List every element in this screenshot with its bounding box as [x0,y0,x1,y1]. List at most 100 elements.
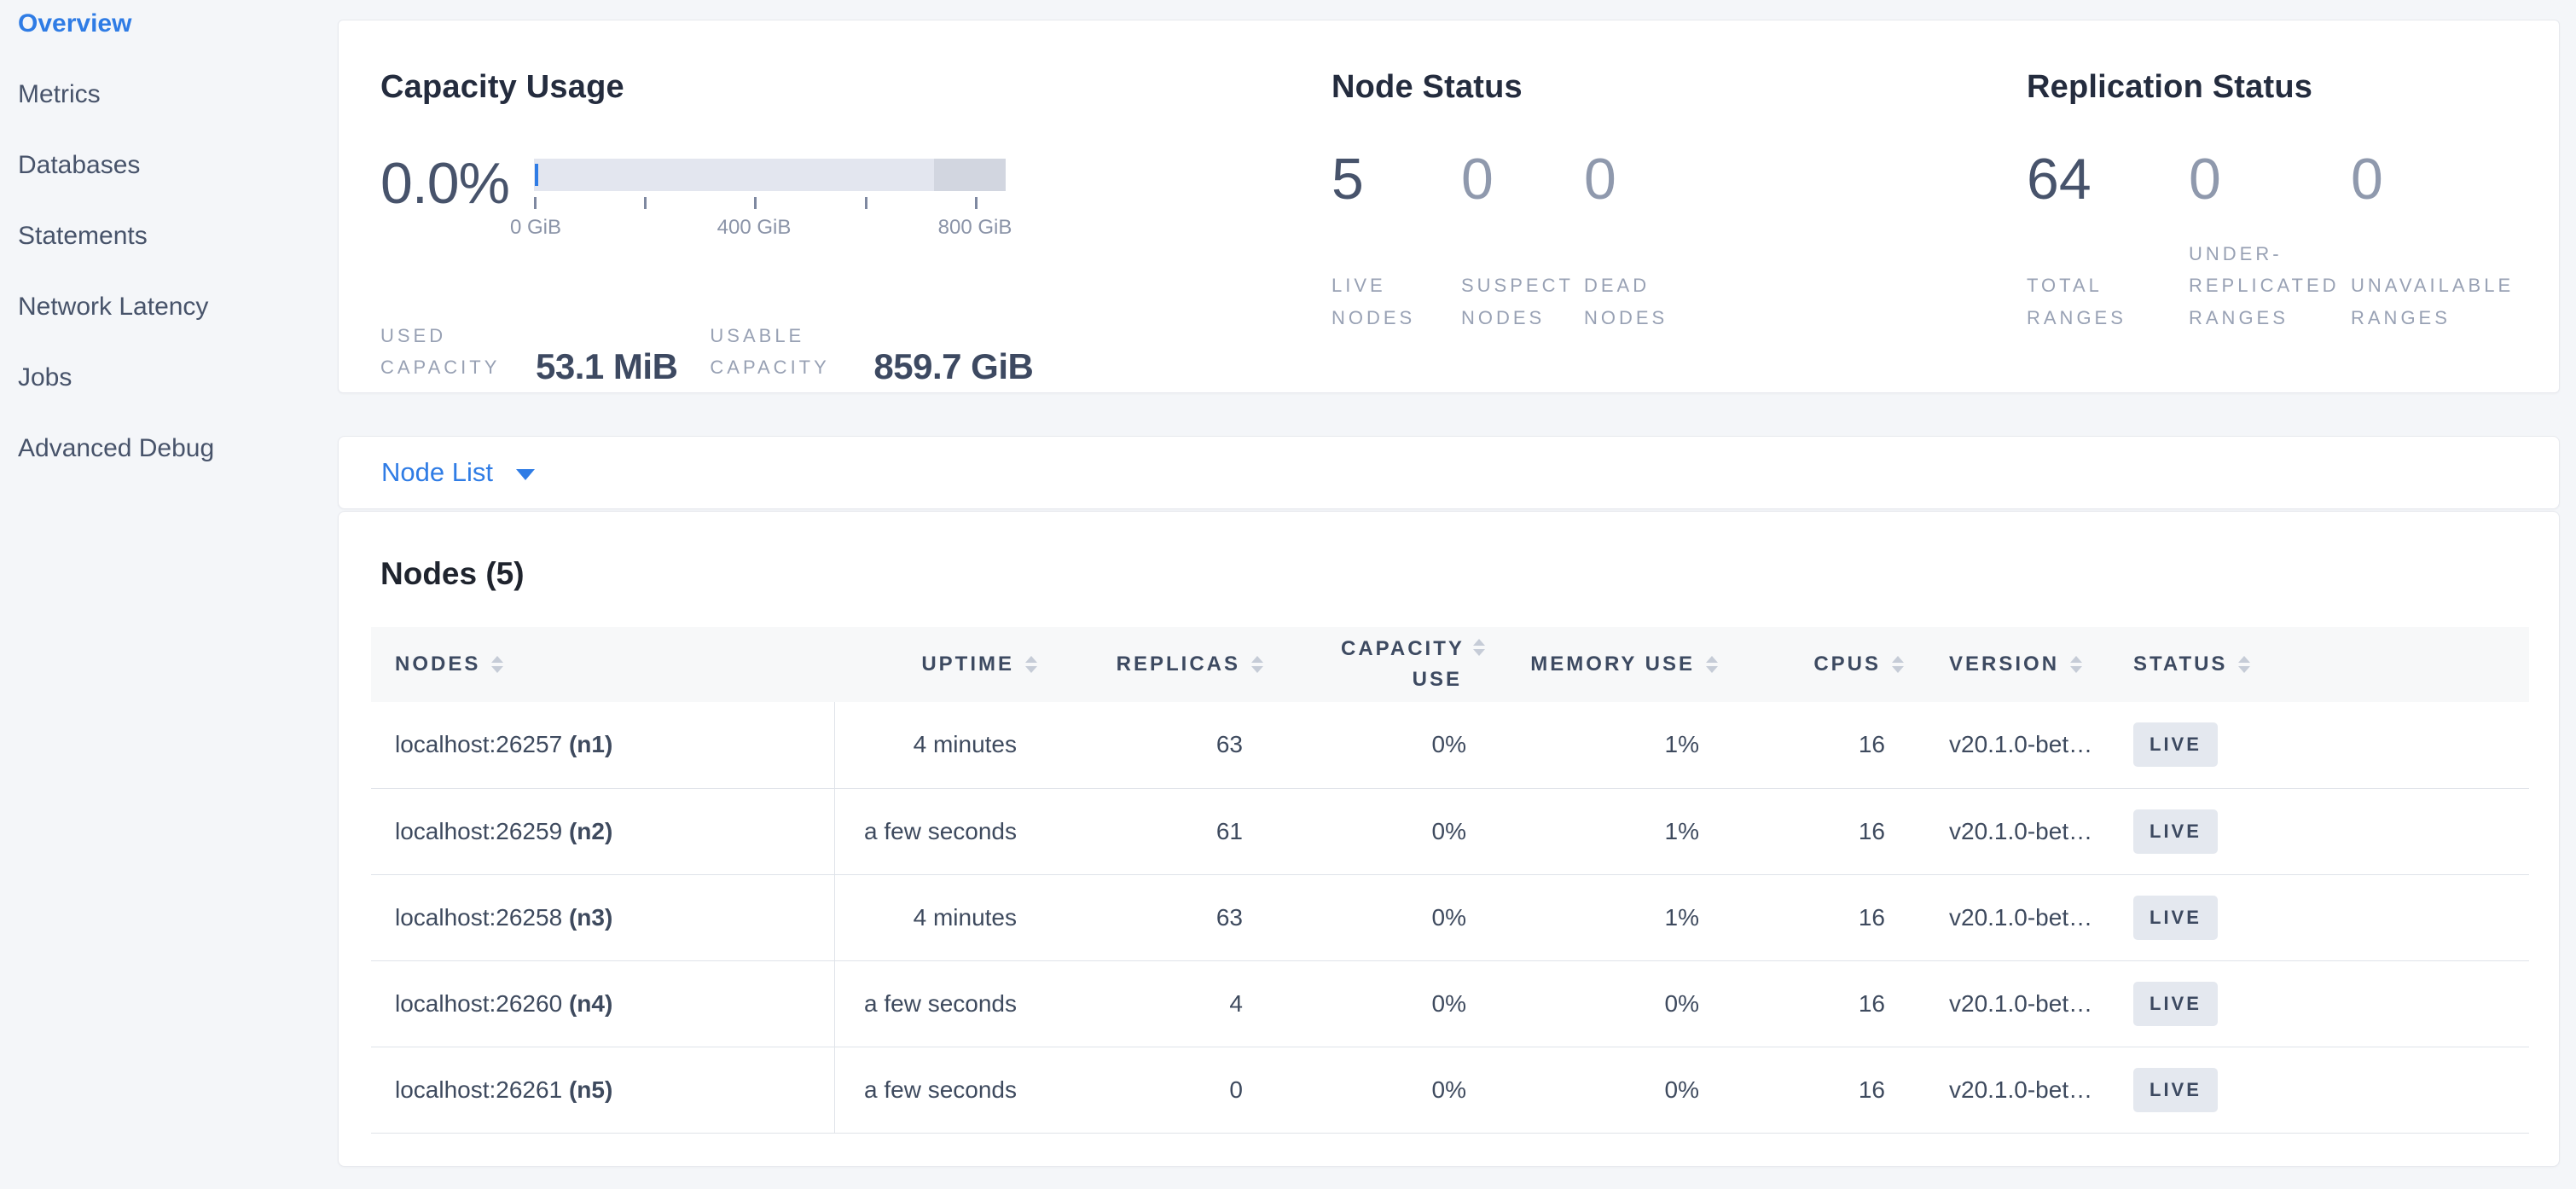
version-cell: v20.1.0-bet… [1908,874,2100,960]
column-header-capacity-use[interactable]: CAPACITY USE [1273,627,1490,702]
used-capacity-value: 53.1 MiB [536,350,677,384]
replicas-cell: 63 [1051,874,1273,960]
sort-icon [2238,656,2250,673]
capacity-use-cell: 0% [1273,702,1490,788]
capacity-use-cell: 0% [1273,788,1490,874]
table-row: localhost:26259 (n2) a few seconds 61 0%… [371,788,2529,874]
uptime-cell: a few seconds [834,1047,1051,1133]
dead-nodes-stat: 0 DEAD NODES [1584,150,1707,334]
total-ranges-stat: 64 TOTAL RANGES [2027,150,2189,334]
node-address-link[interactable]: localhost:26261 (n5) [395,1076,612,1103]
sidebar-item-metrics[interactable]: Metrics [0,59,338,130]
sidebar-item-advanced-debug[interactable]: Advanced Debug [0,413,338,484]
node-address-link[interactable]: localhost:26257 (n1) [395,731,612,757]
used-capacity-label: USED CAPACITY [380,320,515,384]
column-header-memory-use[interactable]: MEMORY USE [1490,627,1725,702]
version-cell: v20.1.0-bet… [1908,960,2100,1047]
sidebar-item-databases[interactable]: Databases [0,130,338,200]
capacity-gauge-bar [534,159,1006,191]
replication-status-title: Replication Status [2027,69,2559,106]
under-replicated-ranges-value: 0 [2189,150,2351,208]
memory-use-cell: 0% [1490,1047,1725,1133]
capacity-gauge-used-marker [535,164,538,186]
replication-status-section: Replication Status 64 TOTAL RANGES 0 UND… [2027,69,2559,392]
status-badge: LIVE [2133,722,2218,767]
node-status-title: Node Status [1332,69,2027,106]
uptime-cell: a few seconds [834,788,1051,874]
version-cell: v20.1.0-bet… [1908,1047,2100,1133]
column-header-cpus[interactable]: CPUS [1725,627,1908,702]
suspect-nodes-stat: 0 SUSPECT NODES [1461,150,1584,334]
node-address-link[interactable]: localhost:26258 (n3) [395,904,612,931]
status-badge: LIVE [2133,1068,2218,1112]
sort-icon [1251,656,1263,673]
node-list-dropdown[interactable]: Node List [381,457,535,488]
live-nodes-value: 5 [1332,150,1461,208]
under-replicated-ranges-label: UNDER-REPLICATED RANGES [2189,238,2370,334]
dead-nodes-value: 0 [1584,150,1707,208]
sort-icon [1892,656,1904,673]
column-header-status[interactable]: STATUS [2100,627,2529,702]
total-ranges-value: 64 [2027,150,2189,208]
table-row: localhost:26261 (n5) a few seconds 0 0% … [371,1047,2529,1133]
node-list-dropdown-label: Node List [381,457,493,488]
cluster-summary-card: Capacity Usage 0.0% 0 GiB 400 GiB 800 Gi… [338,20,2560,393]
capacity-use-cell: 0% [1273,874,1490,960]
capacity-used-percent: 0.0% [380,154,504,212]
capacity-gauge-extra-segment [934,159,1006,191]
status-badge: LIVE [2133,809,2218,854]
usable-capacity-value: 859.7 GiB [873,350,1033,384]
live-nodes-label: LIVE NODES [1332,270,1459,334]
memory-use-cell: 1% [1490,702,1725,788]
sidebar-item-statements[interactable]: Statements [0,200,338,271]
axis-label-800gib: 800 GiB [938,216,1012,240]
sidebar-item-overview[interactable]: Overview [0,0,338,59]
suspect-nodes-label: SUSPECT NODES [1461,270,1589,334]
capacity-gauge-axis-labels: 0 GiB 400 GiB 800 GiB [534,216,1006,243]
unavailable-ranges-stat: 0 UNAVAILABLE RANGES [2351,150,2513,334]
cpus-cell: 16 [1725,960,1908,1047]
table-row: localhost:26258 (n3) 4 minutes 63 0% 1% … [371,874,2529,960]
unavailable-ranges-label: UNAVAILABLE RANGES [2351,270,2532,334]
uptime-cell: 4 minutes [834,874,1051,960]
capacity-usage-section: Capacity Usage 0.0% 0 GiB 400 GiB 800 Gi… [380,69,1332,392]
cpus-cell: 16 [1725,874,1908,960]
version-cell: v20.1.0-bet… [1908,702,2100,788]
node-address-link[interactable]: localhost:26259 (n2) [395,818,612,844]
table-row: localhost:26260 (n4) a few seconds 4 0% … [371,960,2529,1047]
column-header-uptime[interactable]: UPTIME [834,627,1051,702]
replicas-cell: 4 [1051,960,1273,1047]
under-replicated-ranges-stat: 0 UNDER-REPLICATED RANGES [2189,150,2351,334]
replicas-cell: 0 [1051,1047,1273,1133]
used-capacity-stat: USED CAPACITY 53.1 MiB [380,320,677,384]
uptime-cell: 4 minutes [834,702,1051,788]
node-address-link[interactable]: localhost:26260 (n4) [395,990,612,1017]
sidebar-item-network-latency[interactable]: Network Latency [0,271,338,342]
status-badge: LIVE [2133,896,2218,940]
column-header-replicas[interactable]: REPLICAS [1051,627,1273,702]
usable-capacity-label: USABLE CAPACITY [710,320,853,384]
cpus-cell: 16 [1725,702,1908,788]
live-nodes-stat: 5 LIVE NODES [1332,150,1461,334]
replicas-cell: 63 [1051,702,1273,788]
view-selector-bar: Node List [338,436,2560,509]
uptime-cell: a few seconds [834,960,1051,1047]
nodes-table: NODES UPTIME REPLICAS CAPACITY USE MEMOR… [371,627,2529,1134]
total-ranges-label: TOTAL RANGES [2027,270,2208,334]
capacity-usage-title: Capacity Usage [380,69,1332,106]
version-cell: v20.1.0-bet… [1908,788,2100,874]
axis-label-0gib: 0 GiB [510,216,561,240]
status-badge: LIVE [2133,982,2218,1026]
sort-icon [1473,639,1485,656]
chevron-down-icon [516,469,535,480]
sort-icon [491,656,503,673]
column-header-nodes[interactable]: NODES [371,627,834,702]
cpus-cell: 16 [1725,788,1908,874]
suspect-nodes-value: 0 [1461,150,1584,208]
column-header-version[interactable]: VERSION [1908,627,2100,702]
replicas-cell: 61 [1051,788,1273,874]
sort-icon [1025,656,1037,673]
unavailable-ranges-value: 0 [2351,150,2513,208]
axis-label-400gib: 400 GiB [717,216,792,240]
sidebar-item-jobs[interactable]: Jobs [0,342,338,413]
